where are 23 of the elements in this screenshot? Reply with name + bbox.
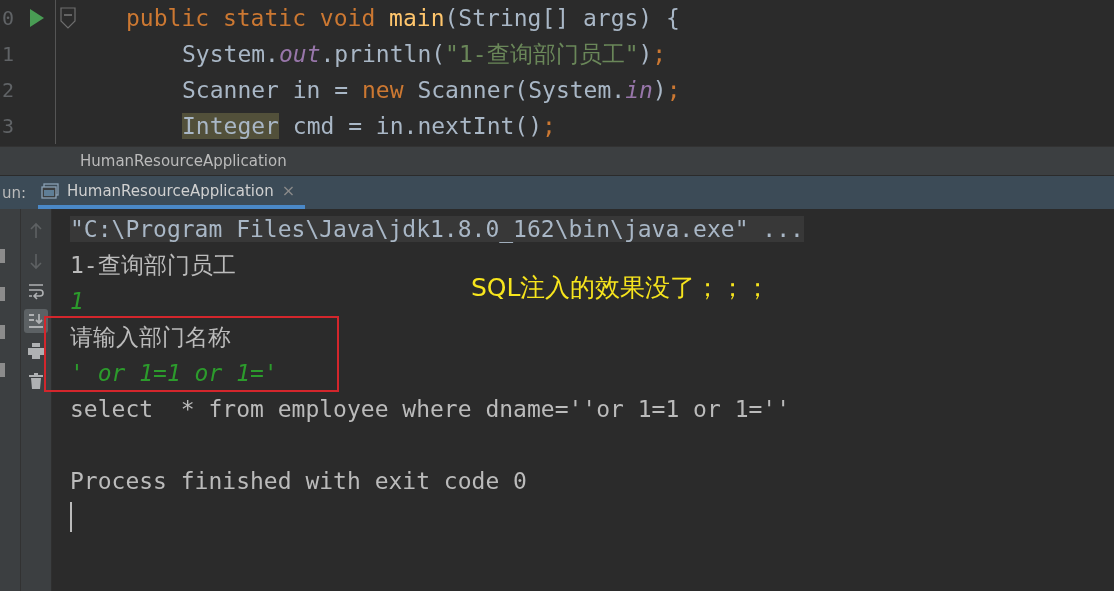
- line-number: 0: [1, 6, 16, 30]
- console-output: 请输入部门名称: [70, 322, 231, 352]
- scroll-to-end-icon[interactable]: [24, 309, 48, 333]
- code-line: public static void main(String[] args) {: [125, 5, 680, 31]
- code-line: Scanner in = new Scanner(System.in);: [181, 77, 681, 103]
- fold-icon[interactable]: [60, 7, 76, 29]
- console-input-text: ' or 1=1 or 1=': [70, 360, 278, 386]
- line-number: 3: [1, 114, 16, 138]
- run-icon[interactable]: [29, 9, 44, 27]
- breadcrumb[interactable]: HumanResourceApplication: [80, 152, 287, 170]
- text-cursor: [70, 502, 72, 532]
- console-output: select * from employee where dname=''or 1=1 or 1='': [70, 396, 791, 422]
- run-label: un:: [2, 183, 28, 202]
- line-number: 1: [1, 42, 16, 66]
- console-input-text: 1: [70, 288, 84, 314]
- console-output: Process finished with exit code 0: [70, 468, 527, 494]
- line-number: 2: [1, 78, 16, 102]
- console-command: "C:\Program Files\Java\jdk1.8.0_162\bin\java.exe" ...: [70, 216, 804, 242]
- annotation: SQL注入的效果没了；；；: [471, 272, 771, 304]
- window-icon: [41, 182, 59, 199]
- code-line: Integer cmd = in.nextInt();: [181, 113, 556, 139]
- code-line: System.out.println("1-查询部门员工");: [181, 39, 667, 69]
- console-output: 1-查询部门员工: [70, 250, 236, 280]
